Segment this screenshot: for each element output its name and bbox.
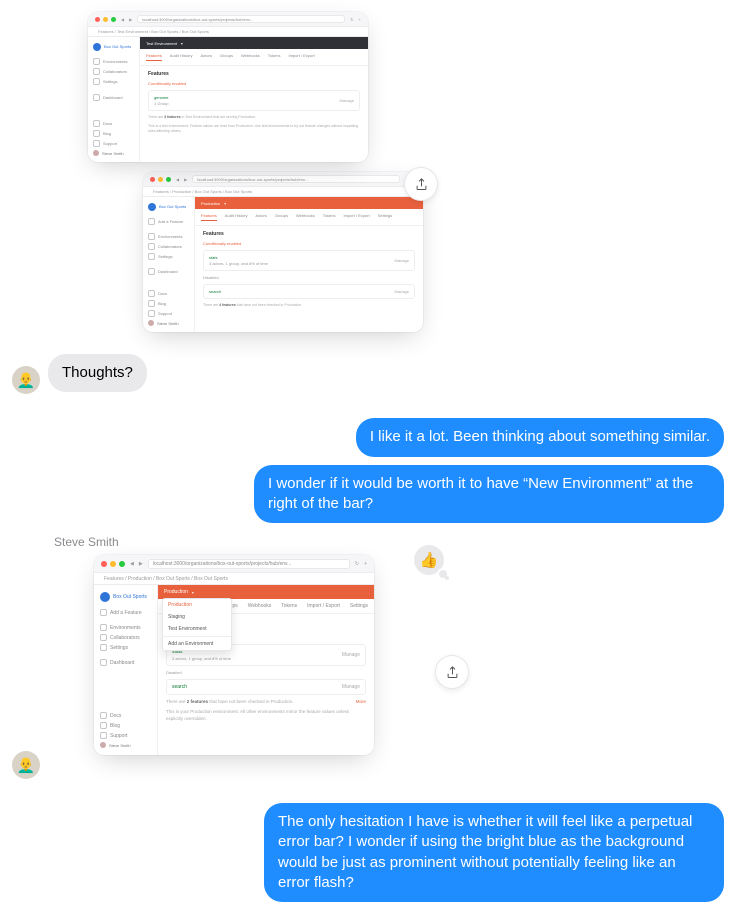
share-icon	[414, 177, 429, 192]
dropdown-opt-staging[interactable]: Staging	[163, 611, 231, 623]
dropdown-opt-production[interactable]: Production	[163, 599, 231, 611]
tab-groups[interactable]: Groups	[220, 53, 233, 61]
thumbs-up-icon: 👍	[420, 551, 439, 569]
outgoing-message[interactable]: The only hesitation I have is whether it…	[264, 803, 724, 902]
feature-card-genome[interactable]: genome1 Group Manage	[148, 90, 360, 111]
features-heading: Features	[148, 71, 360, 77]
url-bar: localhost:3000/organizations/box-out-spo…	[137, 15, 345, 23]
browser-chrome: ◀▶ localhost:3000/organizations/box-out-…	[143, 172, 423, 187]
screenshot-orange-envbar[interactable]: ◀▶ localhost:3000/organizations/box-out-…	[143, 172, 423, 332]
share-icon	[445, 665, 460, 680]
sidebar-item-settings[interactable]: Settings	[93, 78, 134, 85]
sidebar-support[interactable]: Support	[93, 140, 134, 147]
outgoing-message[interactable]: I wonder if it would be worth it to have…	[254, 465, 724, 524]
sidebar-item-environments[interactable]: Environments	[93, 58, 134, 65]
tapback-reaction[interactable]: 👍	[414, 545, 444, 575]
tab-actors[interactable]: Actors	[200, 53, 211, 61]
tab-audit[interactable]: Audit History	[170, 53, 193, 61]
feature-card-stats[interactable]: stats3 actors, 1 group, and 8% of time M…	[203, 250, 415, 271]
feature-card-search[interactable]: search Manage	[203, 284, 415, 299]
tab-import[interactable]: Import / Export	[288, 53, 314, 61]
outgoing-message[interactable]: I like it a lot. Been thinking about som…	[356, 418, 724, 456]
dropdown-opt-test[interactable]: Test Environment	[163, 623, 231, 635]
tab-row: Features Audit History Actors Groups Web…	[140, 49, 368, 66]
app-sidebar: Box Out Sports Environments Collaborator…	[88, 37, 140, 162]
sidebar-item-dashboard[interactable]: Dashboard	[93, 94, 134, 101]
image-attachment-stack[interactable]: ◀▶ localhost:3000/organizations/box-out-…	[88, 12, 388, 342]
tab-tokens[interactable]: Tokens	[268, 53, 281, 61]
dropdown-add-env[interactable]: Add an Environment	[163, 638, 231, 650]
share-button[interactable]	[404, 167, 438, 201]
manage-link[interactable]: Manage	[340, 98, 354, 103]
browser-tab: Features / Test Environment / Box Out Sp…	[88, 27, 368, 37]
sidebar-blog[interactable]: Blog	[93, 130, 134, 137]
incoming-message[interactable]: Thoughts?	[48, 354, 147, 392]
sidebar-user[interactable]: Steve Smith	[93, 150, 134, 156]
sidebar-item-collaborators[interactable]: Collaborators	[93, 68, 134, 75]
footer-note: There are 3 features in Test Environment…	[148, 115, 360, 120]
browser-chrome: ◀▶ localhost:3000/organizations/box-out-…	[88, 12, 368, 27]
share-button[interactable]	[435, 655, 469, 689]
sender-label: Steve Smith	[0, 535, 738, 551]
screenshot-dark-envbar[interactable]: ◀▶ localhost:3000/organizations/box-out-…	[88, 12, 368, 162]
env-dropdown[interactable]: Production Staging Test Environment Add …	[162, 598, 232, 651]
env-bar[interactable]: Production▾	[195, 197, 423, 209]
avatar: 👨‍🦲	[12, 366, 40, 394]
tab-features[interactable]: Features	[146, 53, 162, 61]
screenshot-dropdown[interactable]: ◀▶ localhost:3000/organizations/box-out-…	[94, 555, 374, 755]
sidebar-docs[interactable]: Docs	[93, 120, 134, 127]
tab-webhooks[interactable]: Webhooks	[241, 53, 260, 61]
env-bar[interactable]: Test Environment▾	[140, 37, 368, 49]
